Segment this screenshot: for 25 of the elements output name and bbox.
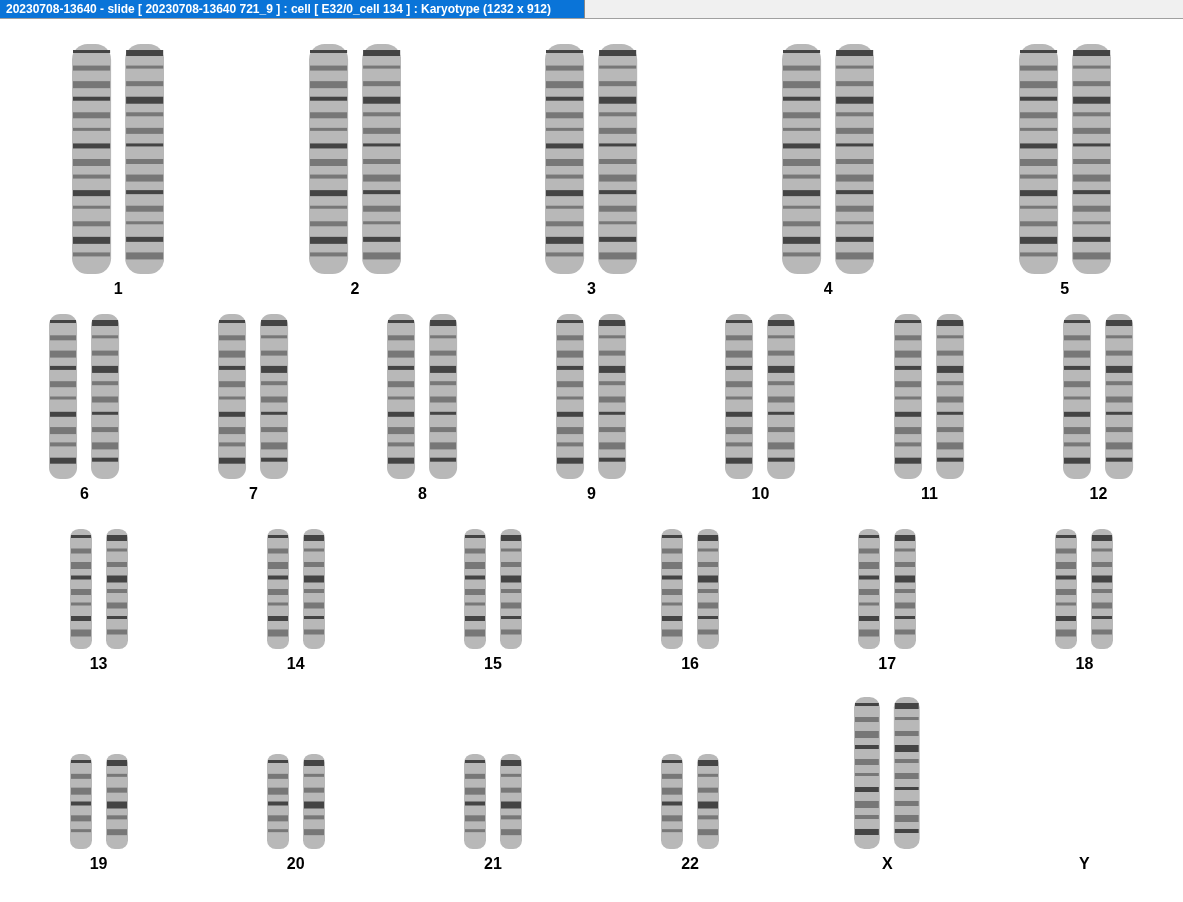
chromosome-label: 19 xyxy=(89,855,108,873)
window-title[interactable]: 20230708-13640 - slide [ 20230708-13640 721_9 ] : cell [ E32/0_cell 134 ] : Karyotype (1232 x 912) xyxy=(0,0,585,18)
chromosome-label: 18 xyxy=(1075,655,1094,673)
chromosome-label: 21 xyxy=(484,855,502,873)
chromosome-label: 6 xyxy=(80,485,89,503)
chromosome-label: 1 xyxy=(113,280,123,298)
chromosome-label: X xyxy=(881,855,893,873)
chromosome-label: 15 xyxy=(484,655,502,673)
chromosome-label: 5 xyxy=(1060,280,1070,298)
chromosome-label: 3 xyxy=(587,280,596,298)
chromosome-label: 20 xyxy=(286,855,305,873)
chromosome-label: 4 xyxy=(823,280,833,298)
chromosome-label: 9 xyxy=(587,485,596,503)
chromosome-label: Y xyxy=(1079,855,1090,873)
chromosome-label: 8 xyxy=(418,485,427,503)
chromosome-label: 12 xyxy=(1089,485,1108,503)
chromosome-label: 10 xyxy=(751,485,770,503)
chromosome-label: 17 xyxy=(878,655,897,673)
chromosome-label: 11 xyxy=(921,485,938,503)
chromosome-label: 13 xyxy=(89,655,108,673)
chromosome-label: 16 xyxy=(681,655,699,673)
chromosome-label: 7 xyxy=(249,485,258,503)
chromosome-label: 22 xyxy=(681,855,699,873)
chromosome-label: 14 xyxy=(286,655,305,673)
chromosome-label: 2 xyxy=(350,280,360,298)
